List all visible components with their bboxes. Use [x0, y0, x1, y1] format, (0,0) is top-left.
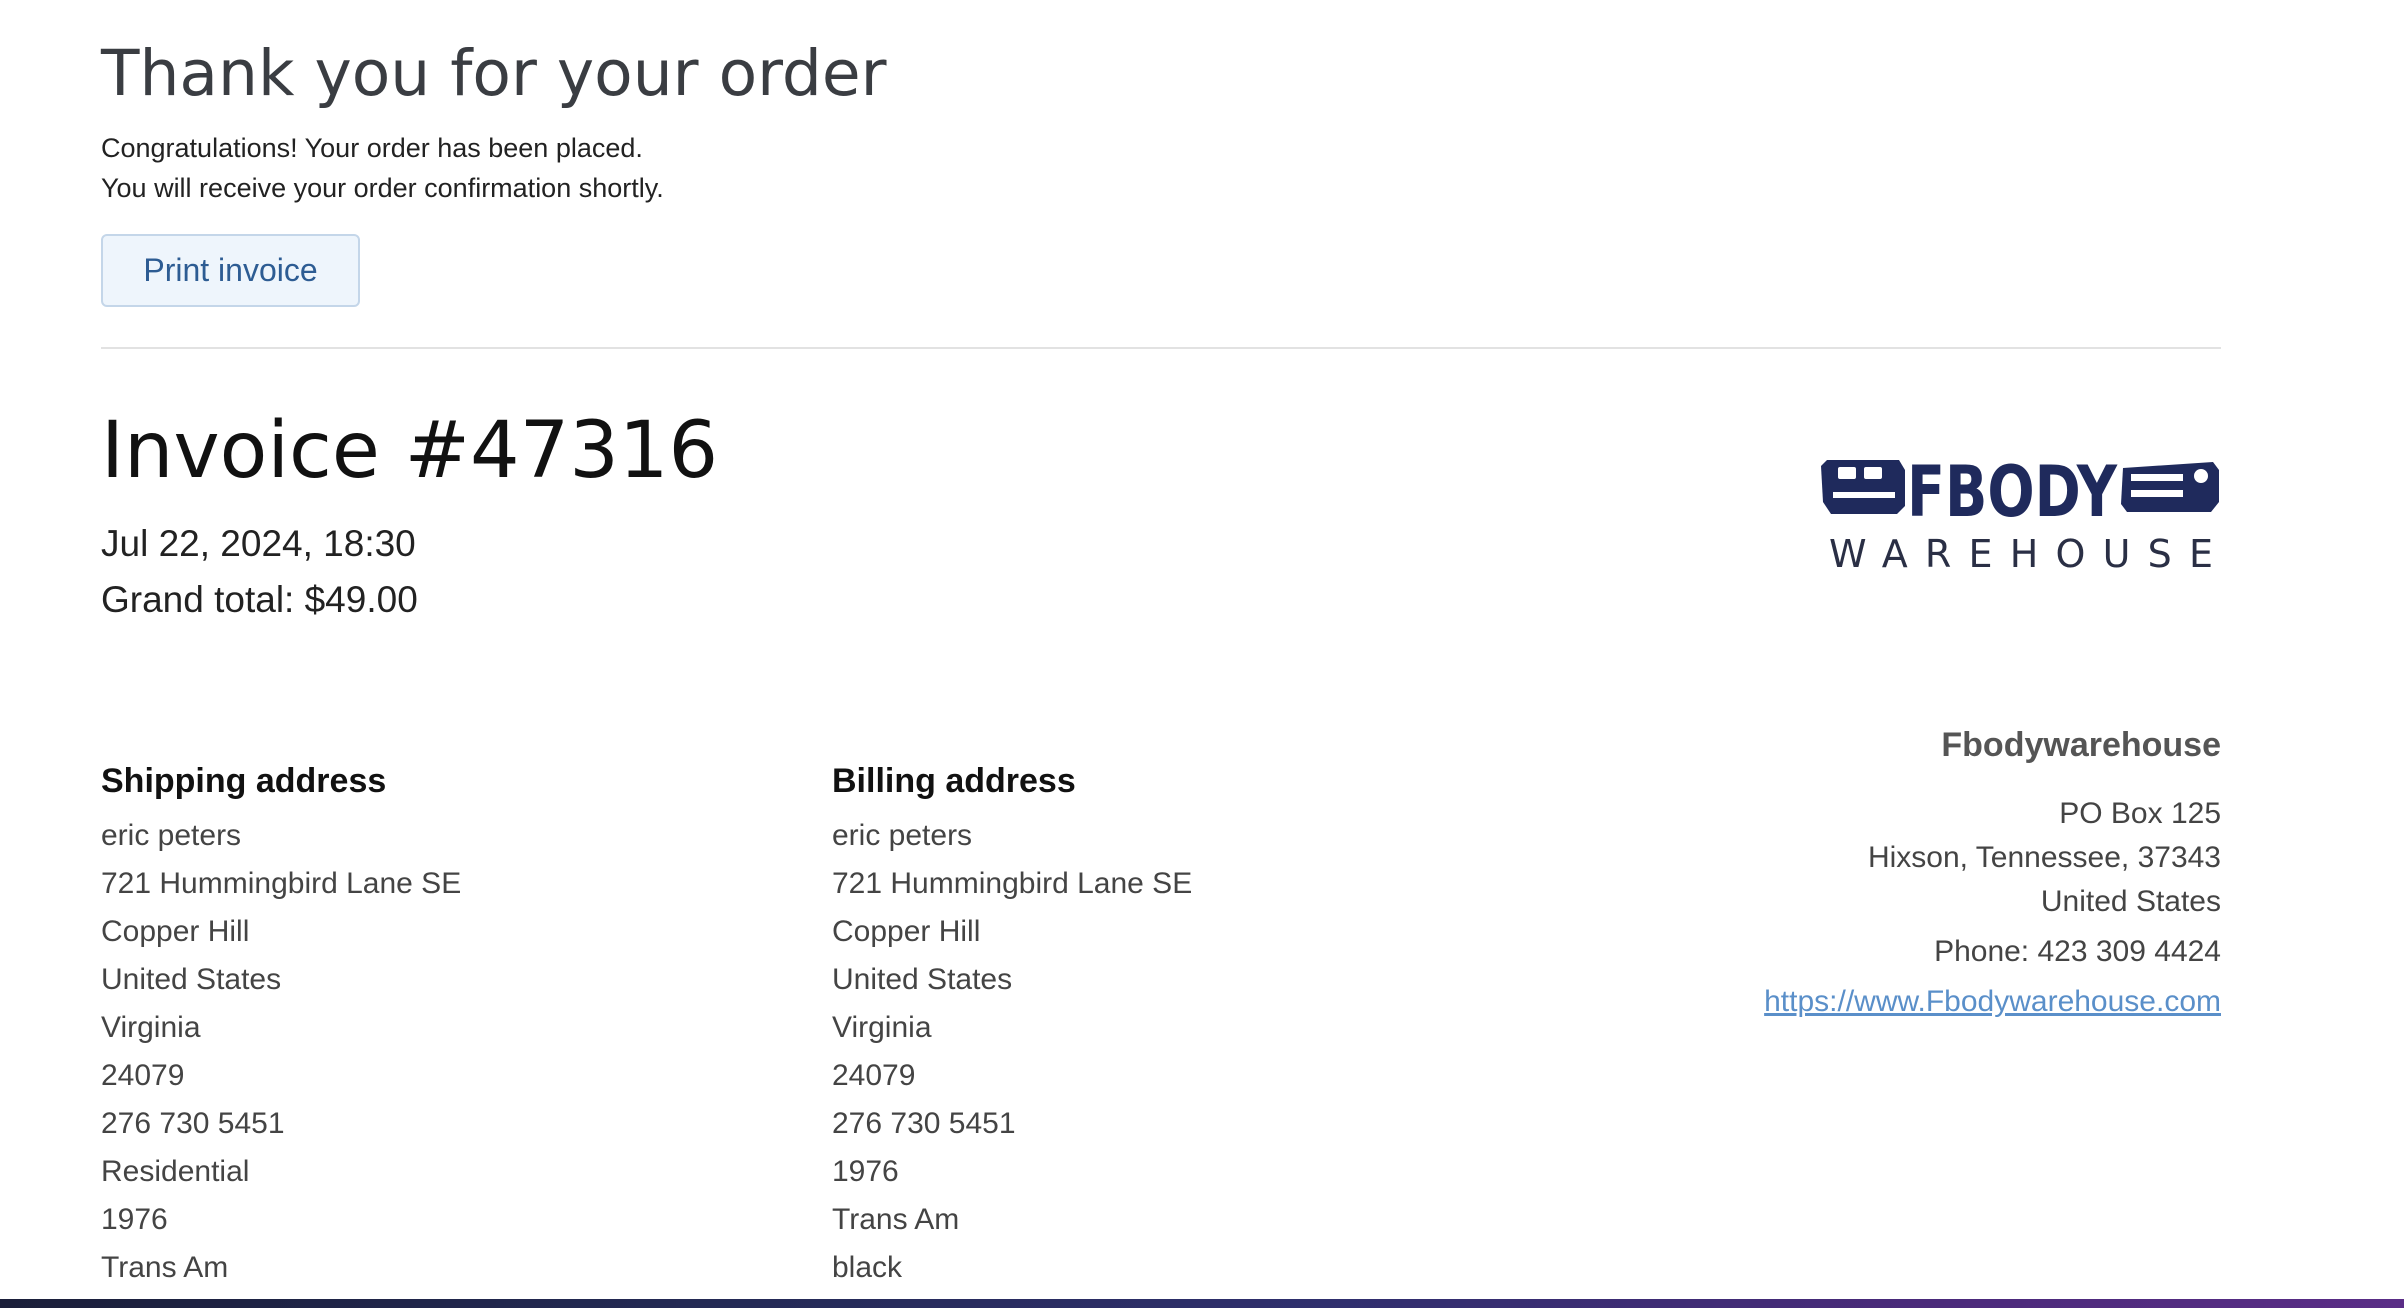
billing-postcode: 24079	[832, 1059, 916, 1092]
shipping-address-title: Shipping address	[101, 762, 387, 800]
shipping-name: eric peters	[101, 819, 242, 852]
store-name: Fbodywarehouse	[1941, 726, 2221, 764]
billing-street: 721 Hummingbird Lane SE	[832, 867, 1193, 900]
billing-address: Billing address eric peters 721 Hummingb…	[832, 752, 1532, 1292]
billing-address-lines: eric peters 721 Hummingbird Lane SE Copp…	[832, 812, 1532, 1292]
grand-total: Grand total: $49.00	[101, 579, 418, 620]
shipping-street: 721 Hummingbird Lane SE	[101, 867, 462, 900]
shipping-country: United States	[101, 963, 282, 996]
page-title: Thank you for your order	[101, 37, 887, 110]
store-address-line: PO Box 125	[2059, 797, 2221, 830]
store-address-line: United States	[2040, 885, 2221, 918]
fbody-warehouse-logo-icon: FBODY WAREHOUSE	[1821, 451, 2219, 576]
shipping-address-lines: eric peters 721 Hummingbird Lane SE Copp…	[101, 812, 801, 1292]
store-address-line: Hixson, Tennessee, 37343	[1867, 841, 2221, 874]
shipping-phone: 276 730 5451	[101, 1107, 285, 1140]
shipping-city: Copper Hill	[101, 915, 250, 948]
shipping-address-type: Residential	[101, 1155, 250, 1188]
confirmation-line-placed: Congratulations! Your order has been pla…	[101, 133, 643, 163]
logo-brand-bottom: WAREHOUSE	[1829, 532, 2213, 576]
confirmation-line-shortly: You will receive your order confirmation…	[101, 173, 664, 203]
shipping-vehicle-year: 1976	[101, 1203, 168, 1236]
section-divider	[101, 347, 2221, 349]
shipping-address: Shipping address eric peters 721 Humming…	[101, 752, 801, 1292]
store-logo: FBODY WAREHOUSE	[1817, 440, 2221, 580]
print-invoice-button[interactable]: Print invoice	[101, 234, 360, 307]
billing-city: Copper Hill	[832, 915, 981, 948]
billing-region: Virginia	[832, 1011, 932, 1044]
shipping-vehicle-model: Trans Am	[101, 1251, 229, 1284]
shipping-postcode: 24079	[101, 1059, 185, 1092]
billing-vehicle-model: Trans Am	[832, 1203, 960, 1236]
billing-phone: 276 730 5451	[832, 1107, 1016, 1140]
store-address: PO Box 125 Hixson, Tennessee, 37343 Unit…	[1521, 792, 2221, 924]
shipping-region: Virginia	[101, 1011, 201, 1044]
invoice-title: Invoice #47316	[101, 406, 719, 496]
bottom-window-strip	[0, 1299, 2404, 1308]
billing-address-title: Billing address	[832, 762, 1076, 800]
store-phone: Phone: 423 309 4424	[1934, 935, 2221, 968]
confirmation-message: Congratulations! Your order has been pla…	[101, 128, 664, 208]
logo-brand-top: FBODY	[1907, 451, 2118, 533]
store-info: Fbodywarehouse PO Box 125 Hixson, Tennes…	[1521, 718, 2221, 1024]
billing-vehicle-year: 1976	[832, 1155, 899, 1188]
billing-country: United States	[832, 963, 1013, 996]
billing-name: eric peters	[832, 819, 973, 852]
store-website-link[interactable]: https://www.Fbodywarehouse.com	[1764, 980, 2221, 1024]
order-confirmation-page: Thank you for your order Congratulations…	[101, 0, 2221, 1300]
invoice-meta: Jul 22, 2024, 18:30 Grand total: $49.00	[101, 516, 418, 628]
invoice-date: Jul 22, 2024, 18:30	[101, 523, 416, 564]
billing-vehicle-color: black	[832, 1251, 903, 1284]
